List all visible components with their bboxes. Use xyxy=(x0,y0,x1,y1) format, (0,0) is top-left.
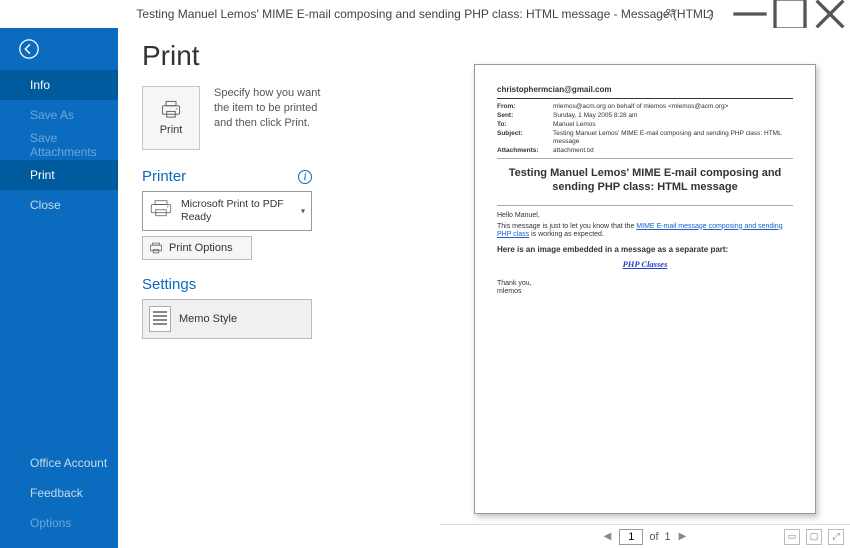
preview-recipient: christophermcian@gmail.com xyxy=(497,85,793,99)
sidebar-item-info[interactable]: Info xyxy=(0,70,118,100)
close-button[interactable] xyxy=(810,0,850,28)
print-options-icon xyxy=(149,242,163,254)
one-page-button[interactable]: ▢ xyxy=(806,529,822,545)
hdr-sent-label: Sent: xyxy=(497,112,553,119)
hdr-subject-value: Testing Manuel Lemos' MIME E-mail compos… xyxy=(553,130,793,145)
help-icon[interactable]: ? xyxy=(690,0,730,28)
sidebar-item-feedback[interactable]: Feedback xyxy=(0,478,118,508)
backstage-sidebar: Info Save As Save Attachments Print Clos… xyxy=(0,28,118,548)
print-options-label: Print Options xyxy=(169,242,233,254)
pager-of-label: of xyxy=(649,531,658,543)
zoom-button[interactable]: ⤢ xyxy=(828,529,844,545)
sidebar-item-print[interactable]: Print xyxy=(0,160,118,190)
preview-body-before: This message is just to let you know tha… xyxy=(497,223,636,230)
printer-name: Microsoft Print to PDF xyxy=(181,198,284,211)
preview-page: christophermcian@gmail.com From: mlemos@… xyxy=(474,64,816,514)
preview-greeting: Hello Manuel, xyxy=(497,212,793,220)
page-title: Print xyxy=(142,40,342,72)
sidebar-item-office-account[interactable]: Office Account xyxy=(0,448,118,478)
memo-style-icon xyxy=(149,306,171,332)
sidebar-item-save-attachments: Save Attachments xyxy=(0,130,118,160)
back-button[interactable] xyxy=(0,28,118,70)
hdr-to-value: Manuel Lemos xyxy=(553,121,793,128)
preview-embed-heading: Here is an image embedded in a message a… xyxy=(497,245,793,254)
hdr-subject-label: Subject: xyxy=(497,130,553,145)
preview-signoff: Thank you, mlemos xyxy=(497,280,793,296)
hdr-from-label: From: xyxy=(497,103,553,110)
maximize-button[interactable] xyxy=(770,0,810,28)
preview-message-title: Testing Manuel Lemos' MIME E-mail compos… xyxy=(497,167,793,195)
print-preview-area: christophermcian@gmail.com From: mlemos@… xyxy=(440,28,850,524)
next-page-button[interactable]: ▶ xyxy=(677,531,689,542)
preview-thankyou: Thank you, xyxy=(497,280,793,288)
window-controls: ? xyxy=(650,0,850,28)
print-options-button[interactable]: Print Options xyxy=(142,236,252,260)
preview-body-after: is working as expected. xyxy=(529,231,604,238)
hdr-from-value: mlemos@acm.org on behalf of mlemos <mlem… xyxy=(553,103,793,110)
preview-body: Hello Manuel, This message is just to le… xyxy=(497,212,793,239)
settings-header-label: Settings xyxy=(142,276,196,293)
preview-embedded-image: PHP Classes xyxy=(497,260,793,270)
printer-icon xyxy=(159,100,183,120)
preview-signer: mlemos xyxy=(497,288,793,296)
hdr-to-label: To: xyxy=(497,121,553,128)
print-preview-panel: christophermcian@gmail.com From: mlemos@… xyxy=(440,28,850,548)
printer-status: Ready xyxy=(181,211,284,224)
page-number-input[interactable] xyxy=(619,529,643,545)
title-bar: Testing Manuel Lemos' MIME E-mail compos… xyxy=(0,0,850,28)
preview-footer: ◀ of 1 ▶ ▭ ▢ ⤢ xyxy=(440,524,850,548)
print-button[interactable]: Print xyxy=(142,86,200,150)
printer-icon xyxy=(149,200,173,223)
minimize-button[interactable] xyxy=(730,0,770,28)
pager-total: 1 xyxy=(665,531,671,543)
print-backstage: Print Print Specify how you want the ite… xyxy=(118,28,850,548)
prev-page-button[interactable]: ◀ xyxy=(602,531,614,542)
separator xyxy=(497,205,793,206)
preview-headers: From: mlemos@acm.org on behalf of mlemos… xyxy=(497,103,793,159)
sidebar-item-save-as: Save As xyxy=(0,100,118,130)
sidebar-item-close[interactable]: Close xyxy=(0,190,118,220)
actual-size-button[interactable]: ▭ xyxy=(784,529,800,545)
printer-info-icon[interactable]: i xyxy=(298,170,312,184)
hdr-sent-value: Sunday, 1 May 2005 8:28 am xyxy=(553,112,793,119)
hdr-attach-value: attachment.txt xyxy=(553,147,793,154)
printer-section-header: Printer i xyxy=(142,168,312,185)
printer-dropdown[interactable]: Microsoft Print to PDF Ready ▾ xyxy=(142,191,312,231)
chevron-down-icon: ▾ xyxy=(301,207,305,216)
print-button-label: Print xyxy=(160,124,183,136)
print-style-label: Memo Style xyxy=(179,313,237,325)
settings-section-header: Settings xyxy=(142,276,312,293)
printer-header-label: Printer xyxy=(142,168,186,185)
window-title: Testing Manuel Lemos' MIME E-mail compos… xyxy=(136,7,713,21)
print-instructions: Specify how you want the item to be prin… xyxy=(214,86,324,131)
hdr-attach-label: Attachments: xyxy=(497,147,553,154)
preview-zoom-controls: ▭ ▢ ⤢ xyxy=(784,529,844,545)
page-navigator: ◀ of 1 ▶ xyxy=(602,529,689,545)
account-icon[interactable] xyxy=(650,0,690,28)
print-style-dropdown[interactable]: Memo Style xyxy=(142,299,312,339)
sidebar-item-options: Options xyxy=(0,508,118,538)
